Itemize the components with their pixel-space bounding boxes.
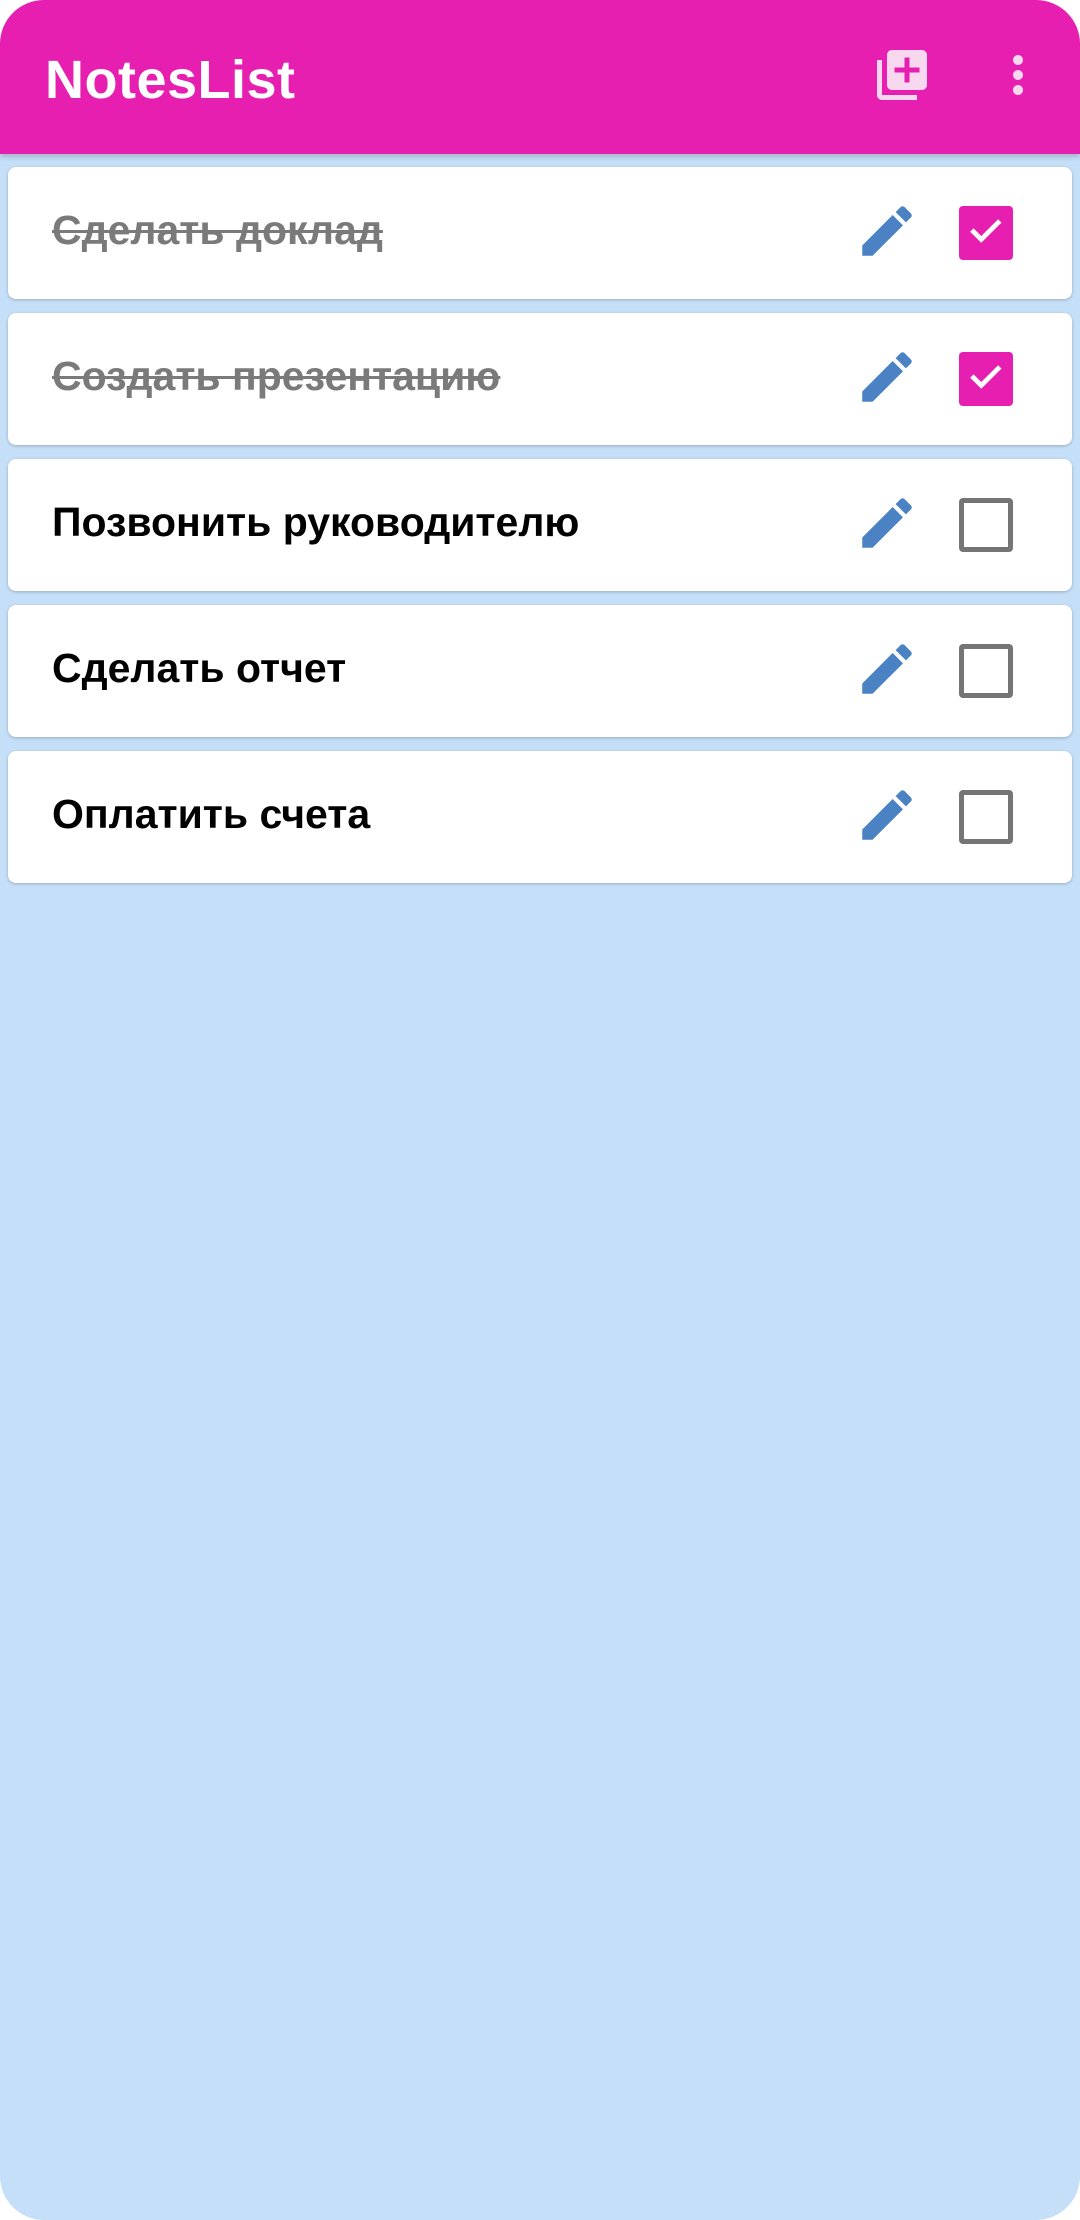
more-vert-icon [988,45,1048,110]
app-bar: NotesList [0,0,1080,154]
notes-list: Сделать доклад Создать презентацию Позво… [8,167,1072,897]
pencil-icon [854,198,920,269]
note-item[interactable]: Сделать доклад [8,167,1072,299]
edit-note-button[interactable] [854,638,920,704]
library-add-icon [872,45,932,110]
note-item[interactable]: Сделать отчет [8,605,1072,737]
note-text: Сделать отчет [52,645,347,691]
note-text: Создать презентацию [52,353,501,399]
add-note-button[interactable] [862,37,942,117]
pencil-icon [854,490,920,561]
note-text: Позвонить руководителю [52,499,580,545]
more-options-button[interactable] [978,37,1058,117]
edit-note-button[interactable] [854,492,920,558]
note-item[interactable]: Оплатить счета [8,751,1072,883]
note-item[interactable]: Создать презентацию [8,313,1072,445]
checkmark-icon [964,209,1008,258]
pencil-icon [854,344,920,415]
checkmark-icon [964,355,1008,404]
done-checkbox[interactable] [959,352,1013,406]
edit-note-button[interactable] [854,200,920,266]
note-text: Оплатить счета [52,791,371,837]
done-checkbox[interactable] [959,790,1013,844]
note-item[interactable]: Позвонить руководителю [8,459,1072,591]
pencil-icon [854,636,920,707]
done-checkbox[interactable] [959,644,1013,698]
app-screen: NotesList Сделать доклад Создать презент… [0,0,1080,2220]
done-checkbox[interactable] [959,498,1013,552]
edit-note-button[interactable] [854,346,920,412]
done-checkbox[interactable] [959,206,1013,260]
edit-note-button[interactable] [854,784,920,850]
note-text: Сделать доклад [52,207,383,253]
app-title: NotesList [45,50,296,110]
pencil-icon [854,782,920,853]
